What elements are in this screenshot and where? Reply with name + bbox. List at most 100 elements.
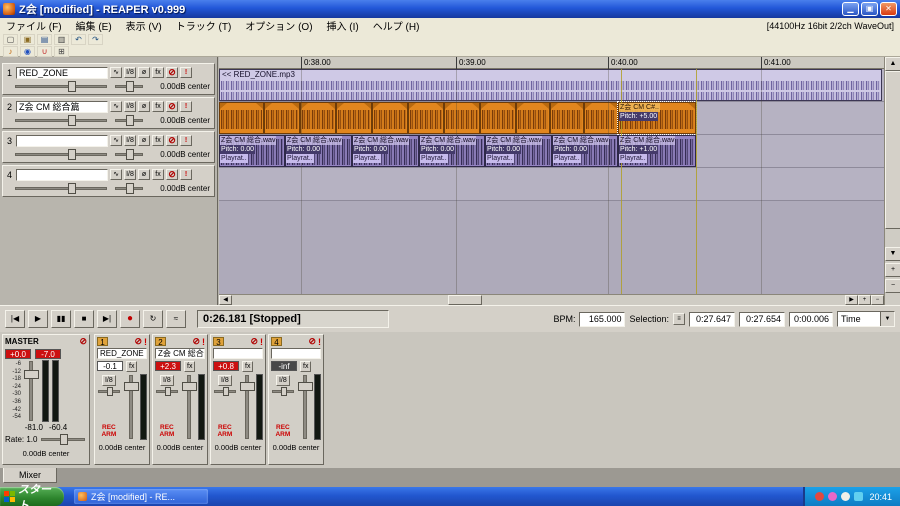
fader-thumb[interactable] [297,382,313,391]
audio-item[interactable] [584,102,618,134]
new-project-icon[interactable]: ▢ [3,33,18,45]
volume-slider[interactable] [15,115,107,126]
menu-edit[interactable]: 編集 (E) [76,18,112,33]
timeline-ruler[interactable]: 0:38.00 0:39.00 0:40.00 0:41.00 [219,57,884,69]
volume-slider[interactable] [15,183,107,194]
record-button[interactable]: ● [120,310,140,328]
tray-icon-2[interactable] [828,492,838,501]
volume-fader[interactable] [239,374,255,440]
mute-icon[interactable]: ⊘ [166,67,178,78]
arrange-view[interactable]: 0:38.00 0:39.00 0:40.00 0:41.00 << RED_ZONE… [219,57,884,305]
go-to-end-button[interactable]: ▶| [97,310,117,328]
mute-icon[interactable]: ⊘ [308,336,316,347]
envelope-icon[interactable]: ∿ [110,169,122,180]
mute-icon[interactable]: ⊘ [79,336,87,347]
envelope-icon[interactable]: ∿ [110,135,122,146]
playrate-slider[interactable] [41,434,86,445]
pan-slider[interactable] [97,387,120,396]
hscroll-thumb[interactable] [448,295,482,305]
vertical-scrollbar[interactable]: ▲ ▼ + − [884,57,900,305]
selection-length-value[interactable]: 0:00.006 [789,311,833,327]
mute-icon[interactable]: ⊘ [134,336,142,347]
hscroll-track[interactable] [232,295,845,305]
rec-arm-button[interactable]: REC ARM [271,424,295,438]
hzoom-in-button[interactable]: + [858,295,871,305]
selection-menu-icon[interactable]: ≡ [673,313,685,325]
audio-item[interactable] [550,102,584,134]
record-arm-icon[interactable]: ! [318,337,321,347]
menu-track[interactable]: トラック (T) [176,18,232,33]
metronome-icon[interactable]: ♪ [3,45,18,57]
audio-item-selected[interactable]: Z会 CM C#.. Pitch: +5.00 [617,101,697,135]
pause-button[interactable]: ▮▮ [51,310,71,328]
lane-track1[interactable]: << RED_ZONE.mp3 [219,69,884,102]
phase-icon[interactable]: ø [138,135,150,146]
audio-item[interactable] [300,102,336,134]
menu-file[interactable]: ファイル (F) [6,18,62,33]
scroll-down-icon[interactable]: ▼ [885,247,900,261]
audio-item[interactable] [480,102,516,134]
audio-item[interactable] [408,102,444,134]
minimize-button[interactable]: ▁ [842,2,859,16]
chevron-down-icon[interactable]: ▼ [880,312,894,326]
volume-fader[interactable] [297,374,313,440]
record-arm-icon[interactable]: ! [180,169,192,180]
record-arm-icon[interactable]: ! [202,337,205,347]
mixer-track-name[interactable]: Z会 CM 総合篇 [155,348,205,359]
hzoom-out-button[interactable]: − [871,295,884,305]
volume-slider[interactable] [15,81,107,92]
audio-item[interactable]: Z会 CM 総合.wav Pitch: 0.00 Playrat.. [485,135,552,167]
track-name-input[interactable] [16,100,108,113]
mute-icon[interactable]: ⊘ [166,101,178,112]
horizontal-scrollbar[interactable]: ◀ ▶ + − [219,294,884,305]
fader-thumb[interactable] [239,382,255,391]
tray-icon-3[interactable] [841,492,851,501]
fx-button[interactable]: fx [300,360,312,372]
save-project-icon[interactable]: ▤ [37,33,52,45]
repeat-button[interactable]: ↻ [143,310,163,328]
phase-icon[interactable]: ø [138,67,150,78]
audio-item[interactable] [372,102,408,134]
arrange-lanes[interactable]: << RED_ZONE.mp3 Z会 CM C#.. Pitch: +5.00 Z… [219,69,884,294]
mute-icon[interactable]: ⊘ [192,336,200,347]
pan-slider[interactable] [115,81,143,92]
redo-icon[interactable]: ↷ [88,33,103,45]
io-button[interactable]: I/8 [124,169,136,180]
lane-track4[interactable] [219,168,884,201]
io-button[interactable]: I/8 [124,135,136,146]
project-settings-icon[interactable]: ▥ [54,33,69,45]
pan-slider[interactable] [213,387,236,396]
lane-track2[interactable]: Z会 CM C#.. Pitch: +5.00 [219,101,884,135]
lane-track3[interactable]: Z会 CM 総合.wav Pitch: 0.00 Playrat.. Z会 CM 総合… [219,135,884,168]
pan-slider[interactable] [115,183,143,194]
track-name-input[interactable] [16,66,108,79]
grid-icon[interactable]: ⊞ [54,45,69,57]
menu-help[interactable]: ヘルプ (H) [373,18,420,33]
volume-slider[interactable] [15,149,107,160]
restore-button[interactable]: ▣ [861,2,878,16]
scroll-right-icon[interactable]: ▶ [845,295,858,305]
fx-button[interactable]: fx [152,135,164,146]
pan-slider[interactable] [115,149,143,160]
master-volume-fader[interactable] [24,360,39,422]
volume-fader[interactable] [181,374,197,440]
io-button[interactable]: I/8 [124,67,136,78]
audio-item[interactable] [264,102,300,134]
fx-button[interactable]: fx [152,67,164,78]
mixer-track-name[interactable] [271,348,321,359]
phase-icon[interactable]: ø [138,101,150,112]
mixer-track-name[interactable]: RED_ZONE [97,348,147,359]
audio-item[interactable] [219,102,264,134]
start-button[interactable]: スタート [0,484,64,506]
io-button[interactable]: I/8 [217,375,232,386]
selection-start-value[interactable]: 0:27.647 [689,311,735,327]
scroll-left-icon[interactable]: ◀ [219,295,232,305]
undo-icon[interactable]: ↶ [71,33,86,45]
audio-item[interactable]: Z会 CM 総合.wav Pitch: +1.00 Playrat.. [618,135,696,167]
menu-insert[interactable]: 挿入 (I) [327,18,359,33]
rec-arm-button[interactable]: REC ARM [213,424,237,438]
rec-arm-button[interactable]: REC ARM [155,424,179,438]
fader-thumb[interactable] [24,370,39,379]
close-button[interactable]: ✕ [880,2,897,16]
go-to-start-button[interactable]: |◀ [5,310,25,328]
